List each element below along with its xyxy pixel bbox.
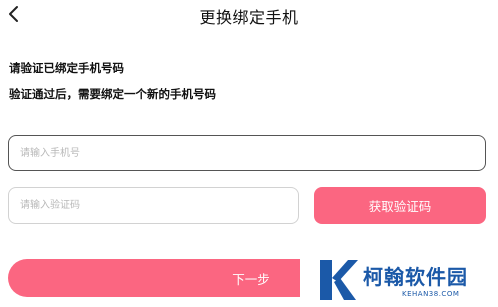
- header-bar: 更换绑定手机: [0, 0, 498, 30]
- page-title: 更换绑定手机: [199, 8, 299, 27]
- bind-new-hint: 验证通过后，需要绑定一个新的手机号码: [9, 87, 216, 101]
- watermark-url: KEHAN38.COM: [402, 290, 460, 298]
- watermark: 柯翰软件园 KEHAN38.COM: [300, 255, 498, 307]
- kehan-logo-icon: [320, 260, 358, 300]
- get-code-button[interactable]: 获取验证码: [314, 187, 486, 224]
- verify-hint: 请验证已绑定手机号码: [9, 61, 124, 75]
- code-field[interactable]: [8, 187, 299, 224]
- phone-field[interactable]: [8, 135, 486, 171]
- watermark-name: 柯翰软件园: [363, 265, 468, 289]
- verification-code-input[interactable]: [9, 188, 298, 223]
- phone-input[interactable]: [9, 136, 485, 170]
